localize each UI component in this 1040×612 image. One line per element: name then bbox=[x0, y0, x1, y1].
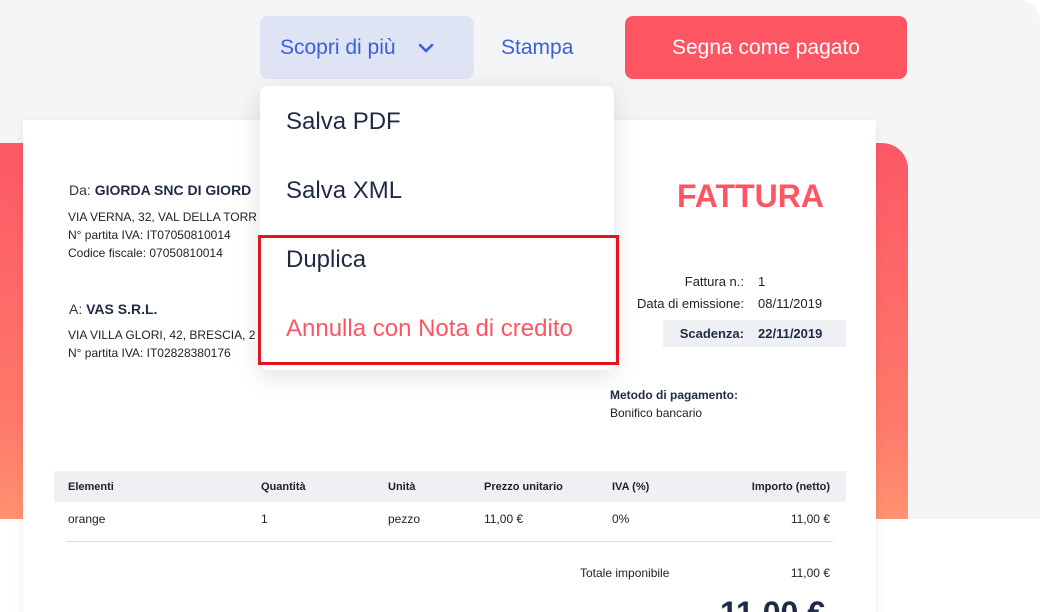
table-cell-quantity: 1 bbox=[261, 512, 268, 526]
payment-method-value: Bonifico bancario bbox=[610, 406, 703, 420]
mark-as-paid-label: Segna come pagato bbox=[672, 35, 860, 59]
sender-tax-code: Codice fiscale: 07050810014 bbox=[68, 246, 223, 260]
issue-date-value: 08/11/2019 bbox=[758, 296, 823, 311]
invoice-title: FATTURA bbox=[677, 178, 824, 214]
taxable-total-value: 11,00 € bbox=[790, 566, 830, 580]
invoice-number-value: 1 bbox=[758, 274, 766, 289]
payment-method-label: Metodo di pagamento: bbox=[610, 388, 738, 402]
sender-vat: N° partita IVA: IT07050810014 bbox=[68, 228, 231, 242]
column-header-unit-price: Prezzo unitario bbox=[484, 481, 563, 493]
side-background bbox=[908, 143, 1040, 519]
table-cell-item: orange bbox=[68, 512, 106, 526]
column-header-items: Elementi bbox=[68, 481, 114, 493]
due-date-value: 22/11/2019 bbox=[758, 326, 823, 341]
highlight-box bbox=[258, 235, 619, 365]
column-header-unit: Unità bbox=[388, 481, 416, 493]
recipient-vat: N° partita IVA: IT02828380176 bbox=[68, 346, 231, 360]
chevron-down-icon bbox=[418, 43, 433, 52]
print-link[interactable]: Stampa bbox=[501, 16, 573, 79]
table-divider bbox=[66, 541, 833, 542]
mark-as-paid-button[interactable]: Segna come pagato bbox=[625, 16, 907, 79]
recipient-address: VIA VILLA GLORI, 42, BRESCIA, 2 bbox=[68, 328, 256, 342]
menu-item-save-xml[interactable]: Salva XML bbox=[286, 177, 402, 205]
sender-prefix: Da: bbox=[69, 182, 91, 198]
more-options-button[interactable]: Scopri di più bbox=[260, 16, 474, 79]
column-header-vat: IVA (%) bbox=[612, 481, 650, 493]
sender-name: GIORDA SNC DI GIORD bbox=[94, 182, 252, 198]
column-header-net-amount: Importo (netto) bbox=[751, 481, 830, 493]
table-cell-net-amount: 11,00 € bbox=[790, 512, 830, 526]
table-cell-vat: 0% bbox=[612, 512, 630, 526]
menu-item-save-pdf[interactable]: Salva PDF bbox=[286, 108, 401, 136]
more-options-label: Scopri di più bbox=[280, 35, 396, 59]
column-header-quantity: Quantità bbox=[261, 481, 306, 493]
app-window: Scopri di più Stampa Segna come pagato D… bbox=[0, 0, 1040, 612]
sender-address: VIA VERNA, 32, VAL DELLA TORR bbox=[68, 210, 257, 224]
recipient-line: A: VAS S.R.L. bbox=[69, 301, 157, 317]
recipient-prefix: A: bbox=[69, 301, 83, 317]
table-cell-unit-price: 11,00 € bbox=[484, 512, 524, 526]
sender-line: Da: GIORDA SNC DI GIORD bbox=[69, 182, 251, 198]
table-cell-unit: pezzo bbox=[388, 512, 421, 526]
grand-total-value: 11,00 € bbox=[720, 595, 825, 612]
recipient-name: VAS S.R.L. bbox=[86, 301, 158, 317]
taxable-total-label: Totale imponibile bbox=[580, 566, 670, 580]
